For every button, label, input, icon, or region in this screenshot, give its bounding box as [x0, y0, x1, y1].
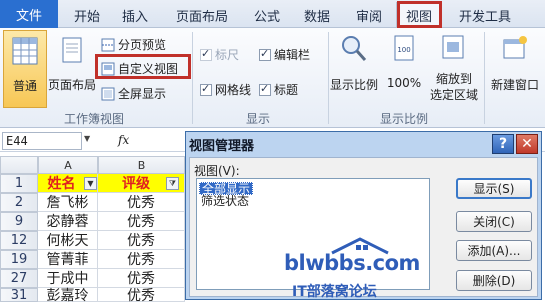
close-x-button[interactable]: ✕	[516, 134, 538, 154]
row-header[interactable]: 12	[0, 231, 38, 250]
page-layout-icon	[62, 37, 82, 63]
page-break-preview-label: 分页预览	[118, 38, 167, 52]
normal-view-icon	[12, 37, 38, 65]
views-list-label: 视图(V):	[194, 164, 240, 178]
ruler-check-icon	[200, 47, 212, 61]
normal-view-button[interactable]: 普通	[3, 30, 47, 108]
select-all-corner[interactable]	[0, 156, 38, 174]
headings-checkbox[interactable]: 标题	[259, 81, 298, 98]
dialog-body: 视图(V): 全部显示 筛选状态 blwbbs.com IT部落窝论坛 显示(S…	[189, 157, 538, 300]
ribbon-tab-bar: 文件 开始 插入 页面布局 公式 数据 审阅 视图 开发工具	[0, 0, 545, 29]
tab-formulas[interactable]: 公式	[254, 6, 280, 25]
delete-button[interactable]: 删除(D)	[456, 270, 532, 291]
formula-bar-checkbox[interactable]: 编辑栏	[259, 46, 310, 63]
normal-view-label: 普通	[12, 79, 37, 93]
full-screen-button[interactable]: 全屏显示	[101, 85, 166, 102]
name-box-dropdown-icon[interactable]: ▼	[84, 134, 90, 143]
gridlines-check-icon	[200, 82, 212, 96]
ribbon-separator	[192, 32, 193, 124]
table-cell[interactable]: 詹飞彬	[38, 193, 98, 212]
row-header[interactable]: 19	[0, 250, 38, 269]
new-window-label: 新建窗口	[490, 78, 539, 92]
spreadsheet-grid: A B 1 姓名 ▼ 评级 ⧩ 2 詹飞彬 优秀 9 宓静蓉 优秀 12 何彬天…	[0, 156, 185, 304]
table-cell[interactable]: 优秀	[98, 212, 185, 231]
table-cell[interactable]: 优秀	[98, 193, 185, 212]
zoom-group-label: 显示比例	[380, 112, 429, 126]
views-listbox[interactable]: 全部显示 筛选状态 blwbbs.com IT部落窝论坛	[196, 178, 430, 300]
watermark: blwbbs.com IT部落窝论坛	[280, 237, 430, 300]
gridlines-label: 网格线	[215, 83, 252, 97]
table-cell[interactable]: 宓静蓉	[38, 212, 98, 231]
dialog-title: 视图管理器	[189, 139, 255, 154]
header-name-text: 姓名	[47, 176, 76, 192]
row-header[interactable]: 27	[0, 269, 38, 288]
zoom-label: 显示比例	[330, 78, 379, 92]
filter-dropdown-icon[interactable]: ▼	[84, 177, 97, 190]
full-screen-label: 全屏显示	[118, 87, 167, 101]
new-window-button[interactable]: 新建窗口	[488, 30, 542, 108]
table-cell[interactable]: 何彬天	[38, 231, 98, 250]
svg-text:100: 100	[397, 46, 410, 54]
formula-bar-check-icon	[259, 47, 271, 61]
tab-data[interactable]: 数据	[304, 6, 330, 25]
show-group-label: 显示	[246, 112, 271, 126]
close-button[interactable]: 关闭(C)	[456, 211, 532, 232]
tab-page-layout[interactable]: 页面布局	[176, 6, 228, 25]
zoom-selection-icon	[442, 35, 464, 59]
zoom-to-selection-label-2: 选定区域	[429, 88, 478, 102]
page-layout-view-label: 页面布局	[48, 78, 97, 92]
tab-home[interactable]: 开始	[74, 6, 100, 25]
fx-icon[interactable]: fx	[118, 133, 129, 147]
table-cell[interactable]: 管菁菲	[38, 250, 98, 269]
row-header[interactable]: 9	[0, 212, 38, 231]
ribbon: 普通 页面布局 分页预览 自定义视图 全屏显示 工作簿视图 标尺 编辑栏 网格线	[0, 28, 545, 128]
highlight-view-tab	[397, 1, 442, 28]
headings-check-icon	[259, 82, 271, 96]
zoom-to-selection-label: 缩放到	[435, 72, 472, 86]
headings-label: 标题	[274, 83, 299, 97]
page-break-icon	[101, 38, 115, 51]
name-box[interactable]: E44	[2, 132, 82, 150]
header-rating-text: 评级	[122, 176, 150, 192]
zoom-to-selection-button[interactable]: 缩放到 选定区域	[428, 30, 480, 108]
add-button[interactable]: 添加(A)...	[456, 240, 532, 261]
show-button[interactable]: 显示(S)	[456, 178, 532, 199]
page-layout-view-button[interactable]: 页面布局	[48, 30, 97, 108]
zoom-100-icon: 100	[394, 35, 414, 61]
ribbon-separator	[328, 32, 329, 124]
table-cell[interactable]: 优秀	[98, 250, 185, 269]
highlight-custom-views	[95, 54, 191, 79]
list-item[interactable]: 筛选状态	[199, 195, 251, 208]
row-header[interactable]: 2	[0, 193, 38, 212]
row-header[interactable]: 31	[0, 288, 38, 303]
table-cell[interactable]: 彭嘉玲	[38, 288, 98, 304]
tab-developer[interactable]: 开发工具	[459, 6, 511, 25]
new-window-icon	[503, 36, 527, 59]
ruler-label: 标尺	[215, 48, 240, 62]
zoom-100-button[interactable]: 100 100%	[384, 30, 424, 108]
table-cell[interactable]: 优秀	[98, 288, 185, 304]
column-header-a[interactable]: A	[38, 156, 98, 174]
ruler-checkbox[interactable]: 标尺	[200, 46, 239, 63]
view-manager-dialog: 视图管理器 ? ✕ 视图(V): 全部显示 筛选状态 blwbbs.com IT…	[185, 131, 542, 300]
zoom-button[interactable]: 显示比例	[330, 30, 379, 108]
gridlines-checkbox[interactable]: 网格线	[200, 81, 251, 98]
zoom-100-label: 100%	[386, 76, 422, 90]
page-break-preview-button[interactable]: 分页预览	[101, 36, 166, 53]
table-cell[interactable]: 优秀	[98, 231, 185, 250]
tab-file[interactable]: 文件	[0, 0, 58, 28]
help-button[interactable]: ?	[492, 134, 514, 154]
watermark-site: blwbbs.com	[284, 251, 420, 275]
filter-active-icon[interactable]: ⧩	[166, 177, 179, 190]
watermark-forum: IT部落窝论坛	[292, 284, 377, 300]
full-screen-icon	[101, 87, 115, 100]
tab-review[interactable]: 审阅	[356, 6, 382, 25]
ribbon-separator	[484, 32, 485, 124]
formula-bar-label: 编辑栏	[274, 48, 311, 62]
magnifier-icon	[342, 36, 367, 61]
workbook-views-group-label: 工作簿视图	[64, 112, 125, 126]
column-header-b[interactable]: B	[98, 156, 185, 174]
row-header[interactable]: 1	[0, 174, 38, 193]
tab-insert[interactable]: 插入	[122, 6, 148, 25]
